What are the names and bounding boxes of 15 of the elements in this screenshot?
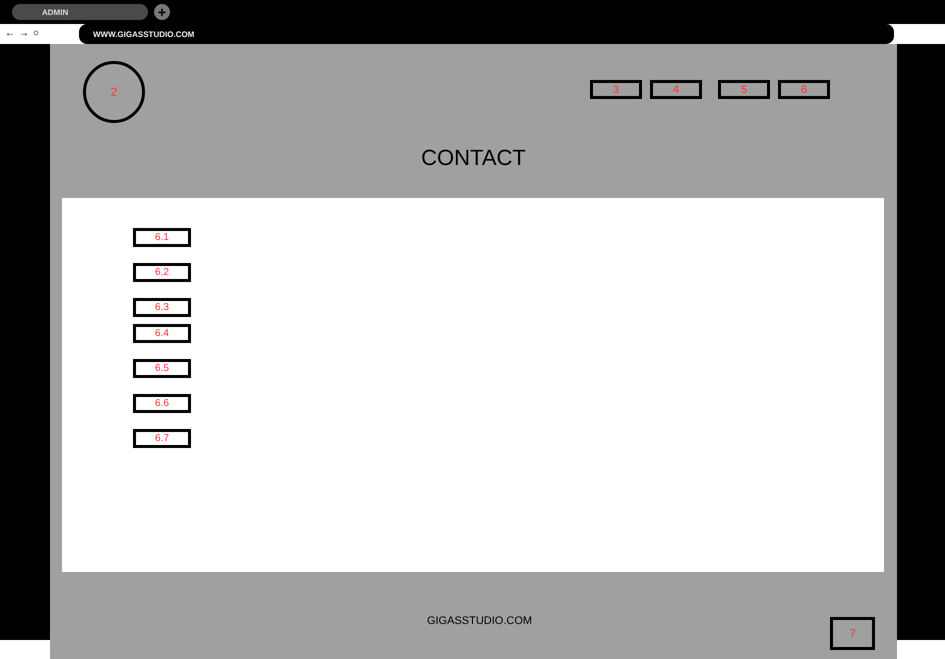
reload-button[interactable]: ○: [32, 28, 40, 40]
form-item-placeholder[interactable]: 6.3: [133, 298, 191, 317]
form-item-placeholder[interactable]: 6.4: [133, 324, 191, 343]
footer-text: GIGASSTUDIO.COM: [426, 615, 532, 627]
browser-tab[interactable]: ADMIN: [12, 4, 148, 20]
new-tab-button[interactable]: +: [154, 4, 170, 20]
back-button[interactable]: ←: [4, 28, 16, 40]
form-item-placeholder[interactable]: 6.1: [133, 228, 191, 247]
form-item-placeholder[interactable]: 6.2: [133, 263, 191, 282]
form-item-placeholder[interactable]: 6.6: [133, 394, 191, 413]
address-bar[interactable]: WWW.GIGASSTUDIO.COM: [79, 24, 894, 44]
form-item-placeholder[interactable]: 6.7: [133, 429, 191, 448]
form-item-placeholder[interactable]: 6.5: [133, 359, 191, 378]
page-title: CONTACT: [420, 145, 527, 171]
forward-button[interactable]: →: [18, 28, 30, 40]
